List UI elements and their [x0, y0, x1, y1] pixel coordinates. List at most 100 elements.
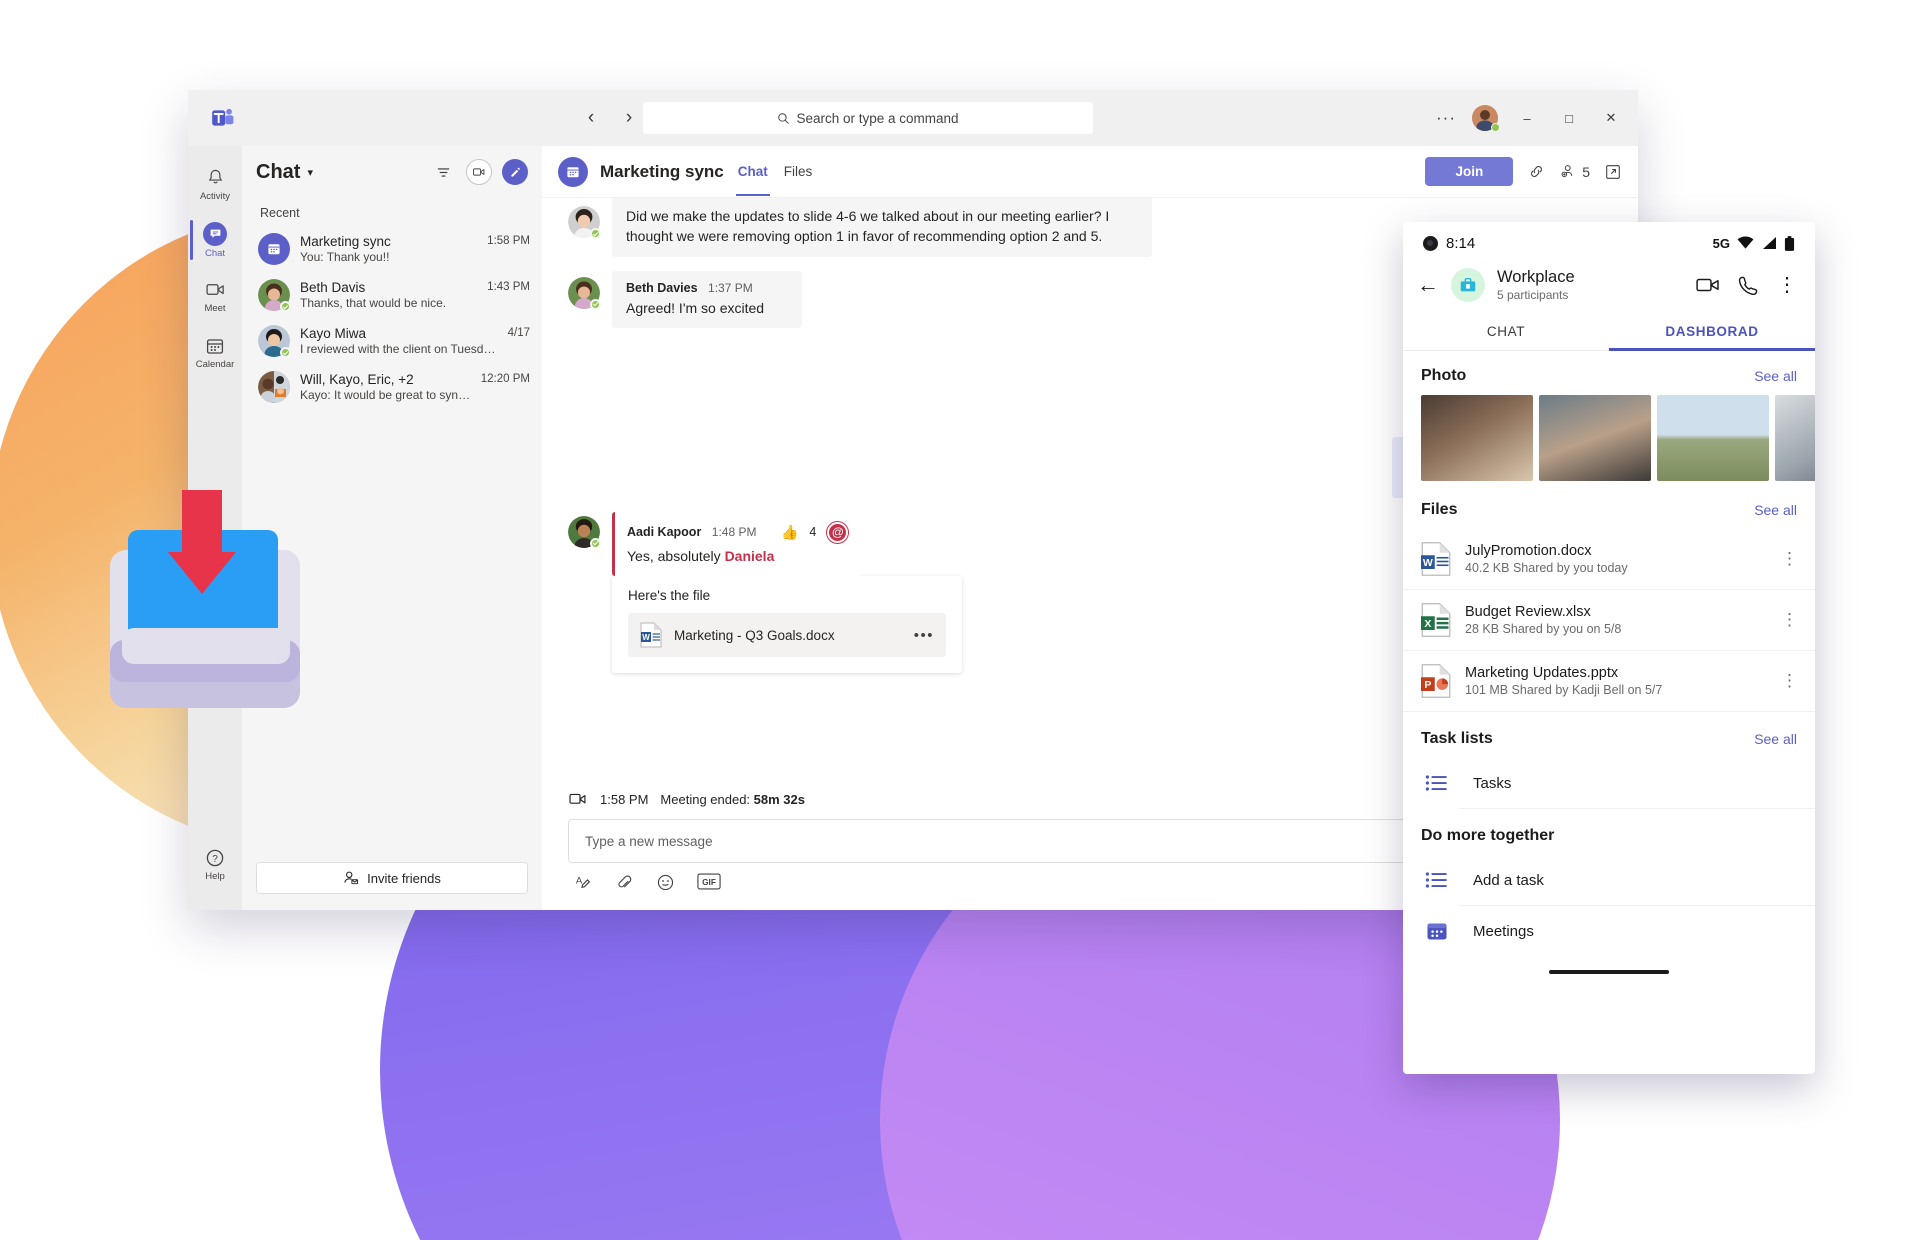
kebab-menu-icon[interactable]	[1781, 615, 1797, 626]
add-people-icon[interactable]: 5	[1560, 162, 1590, 181]
help-circle-icon: ?	[204, 847, 226, 869]
reaction-group[interactable]: 👍 4 @	[774, 521, 849, 543]
photo-thumbnail[interactable]	[1775, 395, 1815, 481]
message-meta: Beth Davies 1:37 PM	[626, 281, 788, 295]
thumbs-up-icon: 👍	[780, 523, 799, 540]
files-see-all-link[interactable]: See all	[1754, 502, 1797, 518]
status-bar-right: 5G	[1713, 236, 1795, 251]
message-bubble: Aadi Kapoor 1:48 PM 👍 4 @ Yes, absolutel…	[612, 511, 863, 577]
download-illustration	[110, 490, 300, 708]
photo-thumbnail[interactable]	[1657, 395, 1769, 481]
photo-thumbnail[interactable]	[1421, 395, 1533, 481]
message-text: Did we make the updates to slide 4-6 we …	[626, 208, 1110, 245]
presence-indicator	[590, 537, 601, 549]
group-calendar-icon	[268, 244, 280, 255]
phone-conversation-header: ← Workplace 5 participants ⋮	[1403, 264, 1815, 314]
sidebar-item-chat[interactable]: Chat	[188, 212, 242, 268]
message-input-placeholder: Type a new message	[585, 833, 713, 849]
front-camera-icon	[1423, 235, 1438, 251]
status-bar-left: 8:14	[1423, 235, 1475, 252]
list-item[interactable]: Kayo Miwa I reviewed with the client on …	[242, 318, 542, 364]
search-input[interactable]: Search or type a command	[643, 102, 1093, 134]
meeting-ended-time: 1:58 PM	[600, 791, 649, 807]
list-item[interactable]: Marketing sync You: Thank you!! 1:58 PM	[242, 226, 542, 272]
task-list-item[interactable]: Tasks	[1403, 758, 1815, 808]
close-button[interactable]: ✕	[1598, 110, 1624, 126]
meetings-item[interactable]: Meetings	[1403, 906, 1815, 956]
sidebar-item-help-label: Help	[205, 870, 225, 882]
sidebar-item-meet[interactable]: Meet	[188, 268, 242, 324]
compose-new-chat-button[interactable]	[502, 159, 528, 185]
photo-thumbnail[interactable]	[1539, 395, 1651, 481]
add-task-item[interactable]: Add a task	[1403, 855, 1815, 905]
tab-dashboard[interactable]: DASHBORAD	[1609, 314, 1815, 351]
chat-timestamp: 4/17	[507, 327, 530, 339]
forward-icon[interactable]: ›	[616, 105, 642, 131]
ellipsis-icon[interactable]: •••	[914, 627, 934, 644]
kebab-menu-icon[interactable]	[1781, 676, 1797, 687]
tab-chat[interactable]: CHAT	[1403, 314, 1609, 350]
link-icon[interactable]	[1527, 162, 1546, 181]
emoji-smiley-icon[interactable]	[656, 873, 675, 896]
group-avatar	[1451, 268, 1485, 302]
mobile-phone-panel: 8:14 5G ← Workplace 5 participants ⋮ CHA…	[1403, 222, 1815, 1074]
title-bar: ‹ › Search or type a command ··· – □ ✕	[188, 90, 1638, 146]
photo-strip	[1403, 395, 1815, 481]
message-author: Aadi Kapoor	[627, 524, 702, 539]
photo-see-all-link[interactable]: See all	[1754, 368, 1797, 384]
chat-timestamp: 1:58 PM	[487, 235, 530, 247]
teams-logo-icon	[212, 108, 234, 126]
participant-count: 5	[1582, 163, 1590, 180]
chevron-down-icon[interactable]: ▾	[307, 166, 313, 179]
tab-files[interactable]: Files	[782, 164, 815, 179]
meeting-duration: 58m 32s	[753, 791, 805, 807]
meet-now-button[interactable]	[466, 159, 492, 185]
sidebar-item-help[interactable]: ? Help	[188, 836, 242, 892]
attach-paperclip-icon[interactable]	[615, 873, 634, 896]
file-meta: 101 MB Shared by Kadji Bell on 5/7	[1465, 683, 1663, 697]
open-in-new-icon[interactable]	[1604, 163, 1622, 181]
gif-icon[interactable]: GIF	[697, 873, 721, 896]
file-text: Marketing Updates.pptx 101 MB Shared by …	[1465, 665, 1767, 697]
back-icon[interactable]: ‹	[578, 105, 604, 131]
list-item[interactable]: Beth Davis Thanks, that would be nice. 1…	[242, 272, 542, 318]
filter-icon[interactable]	[430, 159, 456, 185]
arrow-back-icon[interactable]: ←	[1417, 272, 1439, 298]
tab-chat[interactable]: Chat	[735, 164, 770, 196]
svg-text:W: W	[1423, 557, 1433, 569]
file-text: Budget Review.xlsx 28 KB Shared by you o…	[1465, 604, 1767, 636]
conversation-title: Workplace	[1497, 268, 1575, 286]
kebab-menu-icon[interactable]	[1781, 554, 1797, 565]
join-button[interactable]: Join	[1425, 157, 1514, 186]
page-title: Chat	[256, 160, 301, 183]
message-text-prefix: Yes, absolutely	[627, 547, 725, 564]
list-item[interactable]: Will, Kayo, Eric, +2 Kayo: It would be g…	[242, 364, 542, 410]
file-list-item[interactable]: W JulyPromotion.docx 40.2 KB Shared by y…	[1403, 529, 1815, 590]
meeting-ended-label: Meeting ended: 58m 32s	[660, 792, 805, 807]
svg-text:P: P	[1424, 679, 1431, 691]
list-icon	[1425, 872, 1447, 888]
user-avatar[interactable]	[1472, 105, 1500, 132]
video-camera-icon[interactable]	[1696, 275, 1720, 295]
mention-link[interactable]: Daniela	[725, 548, 775, 564]
participant-subtitle: 5 participants	[1497, 288, 1569, 302]
minimize-button[interactable]: –	[1514, 111, 1540, 126]
navigation-arrows[interactable]: ‹ ›	[578, 105, 642, 131]
message-time: 1:37 PM	[708, 280, 753, 295]
kebab-menu-icon[interactable]: ⋮	[1777, 275, 1797, 295]
svg-text:A: A	[576, 875, 583, 886]
format-text-icon[interactable]: A	[574, 873, 593, 896]
tasks-section-header: Task lists See all	[1403, 712, 1815, 758]
message-bubble: Beth Davies 1:37 PM Agreed! I'm so excit…	[612, 270, 802, 328]
sidebar-item-calendar[interactable]: Calendar	[188, 324, 242, 380]
tasks-see-all-link[interactable]: See all	[1754, 731, 1797, 747]
invite-friends-button[interactable]: Invite friends	[256, 862, 528, 894]
phone-icon[interactable]	[1738, 275, 1759, 296]
sidebar-item-activity[interactable]: Activity	[188, 156, 242, 212]
more-options-icon[interactable]: ···	[1436, 108, 1456, 128]
file-chip[interactable]: W Marketing - Q3 Goals.docx •••	[628, 613, 946, 658]
file-list-item[interactable]: X Budget Review.xlsx 28 KB Shared by you…	[1403, 590, 1815, 651]
briefcase-icon	[1460, 277, 1476, 292]
file-list-item[interactable]: P Marketing Updates.pptx 101 MB Shared b…	[1403, 651, 1815, 712]
maximize-button[interactable]: □	[1556, 111, 1582, 126]
